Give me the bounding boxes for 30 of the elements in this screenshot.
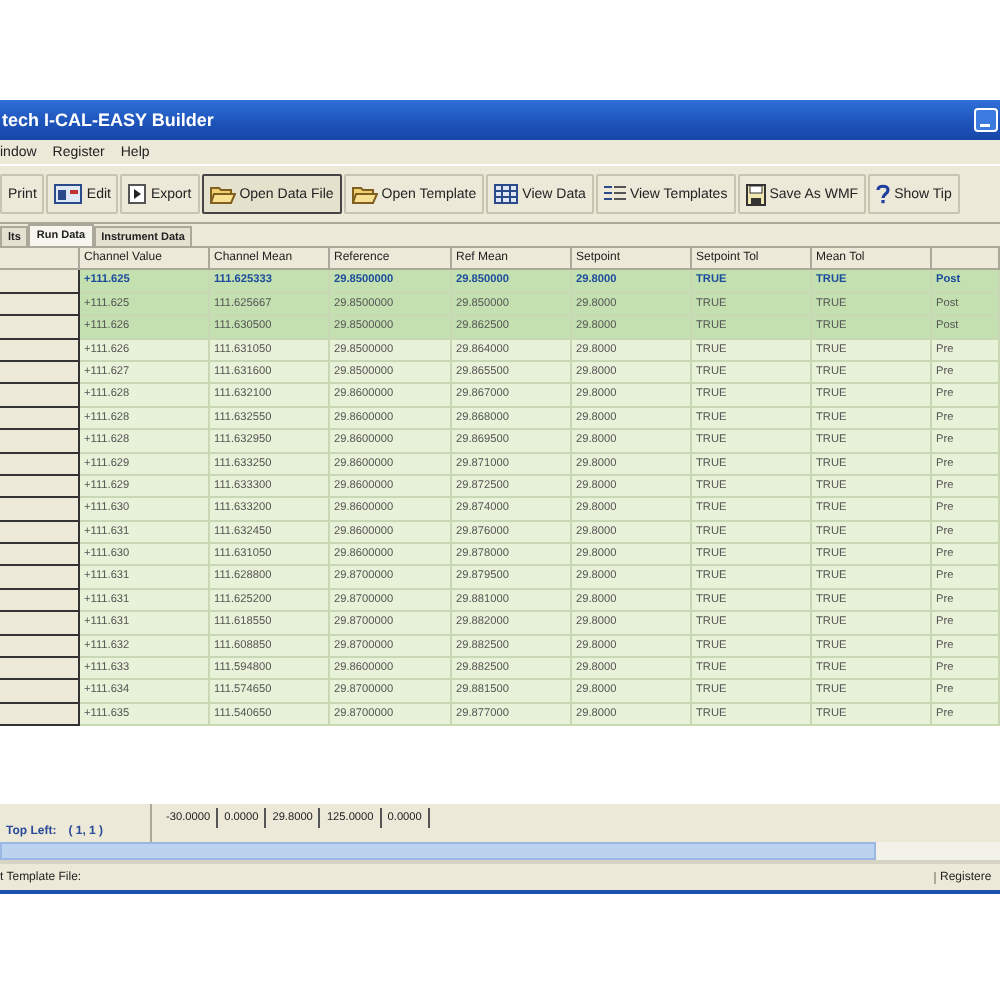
row-header[interactable]: [0, 680, 80, 704]
save-icon: [745, 183, 766, 205]
row-header[interactable]: [0, 566, 80, 590]
table-icon: [494, 184, 519, 204]
row-header[interactable]: [0, 270, 80, 294]
window-title: tech I-CAL-EASY Builder: [2, 110, 214, 130]
list-icon: [603, 186, 626, 202]
row-header[interactable]: [0, 293, 80, 317]
row-header[interactable]: [0, 475, 80, 499]
row-header[interactable]: [0, 658, 80, 681]
row-header[interactable]: [0, 703, 80, 727]
row-header[interactable]: [0, 544, 80, 567]
row-header[interactable]: [0, 521, 80, 545]
help-icon: [876, 184, 891, 204]
folder-icon: [351, 184, 378, 204]
row-header[interactable]: [0, 612, 80, 636]
row-header[interactable]: [0, 498, 80, 522]
export-icon: [128, 184, 147, 204]
row-header[interactable]: [0, 453, 80, 476]
folder-icon: [209, 184, 236, 204]
row-header[interactable]: [0, 339, 80, 362]
row-header[interactable]: [0, 316, 80, 340]
row-header[interactable]: [0, 384, 80, 408]
row-header[interactable]: [0, 430, 80, 454]
row-header[interactable]: [0, 407, 80, 431]
edit-icon: [54, 184, 83, 204]
minimize-button[interactable]: [974, 108, 998, 132]
row-header[interactable]: [0, 589, 80, 613]
row-header[interactable]: [0, 361, 80, 385]
row-header[interactable]: [0, 635, 80, 659]
